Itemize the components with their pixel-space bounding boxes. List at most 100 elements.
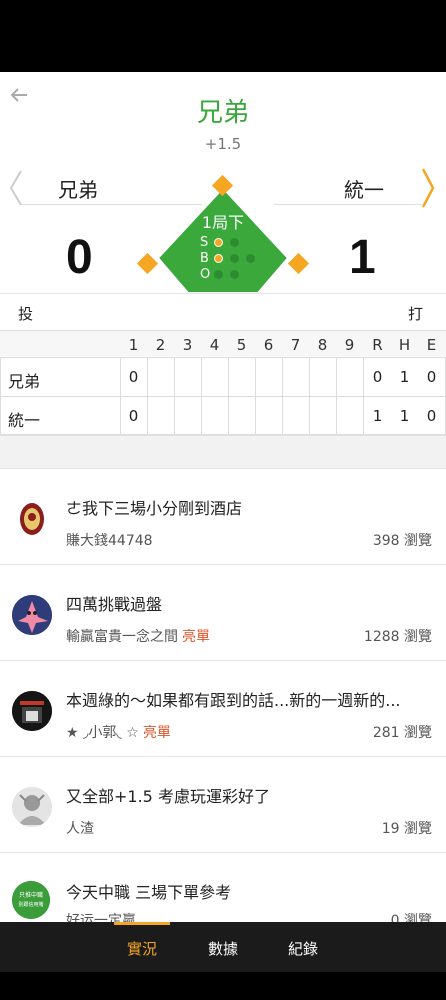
inning-label: 1局下 [201, 213, 245, 232]
pitcher-label: 投 [18, 305, 34, 323]
divider [174, 357, 175, 435]
divider [336, 357, 337, 435]
errors-value: 0 [426, 407, 437, 425]
runs-value: 1 [372, 407, 383, 425]
box-score-header: 1 2 3 4 5 6 7 8 9 R H E [0, 330, 446, 356]
out-label: O [200, 267, 211, 282]
section-divider [0, 435, 446, 468]
inning-header: 5 [236, 336, 247, 354]
inning-header: 9 [344, 336, 355, 354]
tab-live[interactable]: 實況 [127, 938, 157, 959]
pitcher-batter-row: 投 打 [0, 293, 446, 329]
list-item[interactable]: 又全部+1.5 考慮玩運彩好了 人渣 19 瀏覽 [0, 756, 446, 852]
avatar [12, 499, 52, 539]
post-views: 281 瀏覽 [372, 725, 432, 741]
second-base [211, 174, 234, 197]
away-team-name: 統一 [344, 178, 384, 202]
avatar [12, 595, 52, 635]
bottom-nav: 實況 數據 紀錄 [0, 922, 446, 972]
inning-header: 3 [182, 336, 193, 354]
divider [363, 357, 364, 435]
divider [201, 357, 202, 435]
away-score: 1 [349, 231, 376, 284]
inning-score: 0 [128, 368, 139, 386]
divider [255, 357, 256, 435]
inning-header: 1 [128, 336, 139, 354]
hits-value: 1 [399, 407, 410, 425]
divider [147, 357, 148, 435]
post-author: 輸贏富貴一念之間 亮單 [66, 626, 210, 646]
inning-header: 2 [155, 336, 166, 354]
out-dot [230, 270, 239, 279]
post-title: 四萬挑戰過盤 [66, 595, 163, 614]
handicap-value: +1.5 [204, 135, 242, 153]
home-team-name: 兄弟 [58, 178, 98, 202]
hits-header: H [398, 336, 411, 354]
list-item[interactable]: 本週綠的～如果都有跟到的話...新的一週新的... ★ ◞小郭◟ ☆ 亮單 281… [0, 660, 446, 756]
post-author: 人渣 [66, 821, 94, 837]
errors-value: 0 [426, 368, 437, 386]
ball-dot [230, 254, 239, 263]
divider [228, 357, 229, 435]
active-tab-indicator [114, 922, 170, 925]
divider [282, 357, 283, 435]
post-views: 19 瀏覽 [381, 821, 432, 837]
ball-dot [214, 254, 223, 263]
ball-dot [246, 254, 255, 263]
avatar: 只推中職 別跟信用賭 [12, 881, 50, 919]
post-tag: 亮單 [182, 629, 210, 645]
post-views: 1288 瀏覽 [363, 629, 432, 645]
page-title: 兄弟 [196, 98, 249, 128]
tab-records[interactable]: 紀錄 [288, 938, 318, 959]
author-name: ★ ◞小郭◟ ☆ [66, 725, 139, 741]
inning-score: 0 [128, 407, 139, 425]
header: 兄弟 +1.5 [0, 72, 446, 162]
post-author: ★ ◞小郭◟ ☆ 亮單 [66, 722, 171, 742]
post-title: 今天中職 三場下單參考 [66, 883, 232, 902]
chevron-left-icon[interactable] [6, 168, 26, 208]
errors-header: E [426, 336, 437, 354]
tab-stats[interactable]: 數據 [208, 938, 238, 959]
hits-value: 1 [399, 368, 410, 386]
table-row: 兄弟 0 0 1 0 [0, 357, 446, 396]
post-title: 又全部+1.5 考慮玩運彩好了 [66, 787, 270, 806]
list-item[interactable]: 四萬挑戰過盤 輸贏富貴一念之間 亮單 1288 瀏覽 [0, 564, 446, 660]
author-name: 輸贏富貴一念之間 [66, 629, 178, 645]
system-nav-bar [0, 972, 446, 1000]
team-cell: 統一 [8, 411, 41, 430]
inning-header: 7 [290, 336, 301, 354]
strike-label: S [200, 235, 209, 250]
post-title: 本週綠的～如果都有跟到的話...新的一週新的... [66, 691, 401, 710]
table-row: 統一 0 1 1 0 [0, 396, 446, 435]
runs-value: 0 [372, 368, 383, 386]
first-base [287, 252, 310, 275]
post-author: 賺大錢44748 [66, 533, 153, 549]
batter-label: 打 [408, 305, 424, 323]
strike-dot [214, 238, 223, 247]
inning-header: 8 [317, 336, 328, 354]
scoreboard: 兄弟 統一 0 1 1局下 S B O [0, 160, 446, 293]
status-bar [0, 0, 446, 72]
chevron-right-icon[interactable] [418, 166, 438, 210]
inning-header: 4 [209, 336, 220, 354]
team-cell: 兄弟 [8, 372, 41, 391]
strike-dot [230, 238, 239, 247]
runs-header: R [372, 336, 383, 354]
divider [0, 357, 1, 435]
avatar-text: 只推中職 [19, 891, 43, 899]
out-dot [214, 270, 223, 279]
divider [309, 357, 310, 435]
list-item[interactable]: 只推中職 別跟信用賭 今天中職 三場下單參考 好运一定贏 0 瀏覽 [0, 852, 446, 929]
avatar [12, 787, 52, 827]
avatar [12, 691, 52, 731]
divider [120, 357, 121, 435]
third-base [136, 252, 159, 275]
inning-header: 6 [263, 336, 274, 354]
avatar-text: 別跟信用賭 [18, 901, 43, 908]
post-views: 398 瀏覽 [372, 533, 432, 549]
ball-label: B [200, 251, 209, 266]
post-tag: 亮單 [142, 725, 171, 741]
list-item[interactable]: ㄜ我下三場小分剛到酒店 賺大錢44748 398 瀏覽 [0, 468, 446, 564]
post-title: ㄜ我下三場小分剛到酒店 [66, 499, 243, 518]
home-score: 0 [66, 231, 93, 284]
